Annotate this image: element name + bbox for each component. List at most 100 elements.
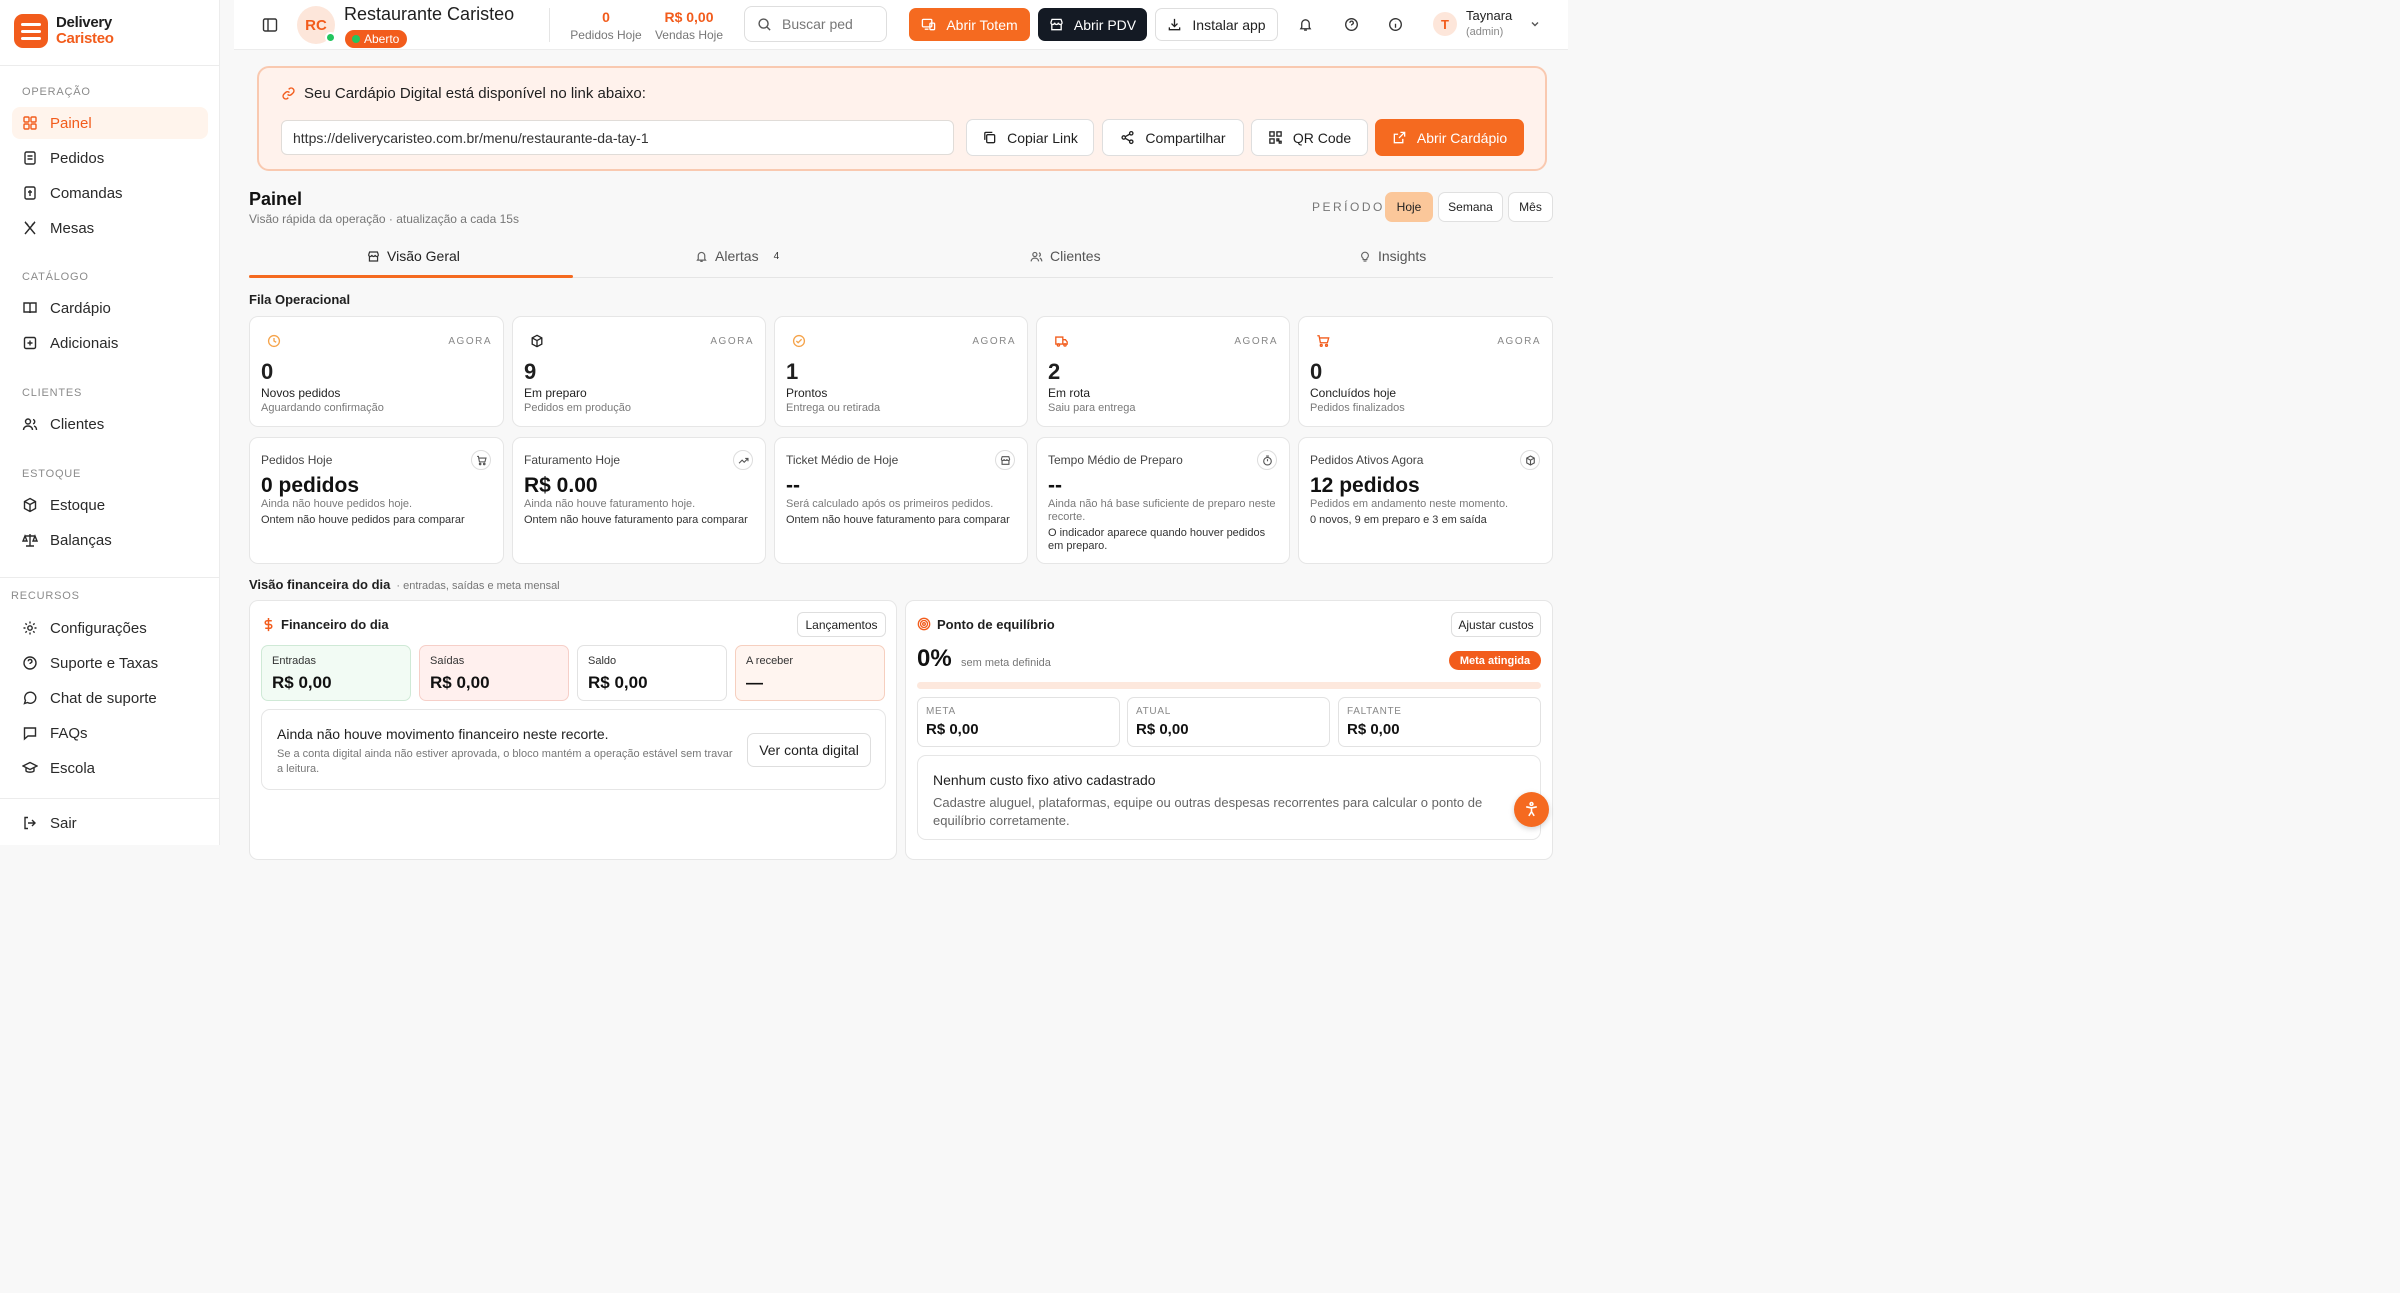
user-menu[interactable]: T Taynara (admin) (1433, 8, 1541, 40)
lancamentos-button[interactable]: Lançamentos (797, 612, 886, 637)
sidebar-item-label: Configurações (50, 619, 147, 637)
breakeven-box-label: META (926, 706, 956, 717)
page-title: Painel (249, 189, 303, 209)
sidebar-item-comandas[interactable]: Comandas (12, 177, 208, 209)
store-icon (1050, 18, 1063, 31)
breakeven-box-value: R$ 0,00 (1347, 721, 1400, 738)
avatar-initials: RC (305, 16, 327, 34)
breakeven-title: Ponto de equilíbrio (937, 617, 1055, 632)
ajustar-custos-button[interactable]: Ajustar custos (1451, 612, 1541, 637)
finance-saidas: Saídas R$ 0,00 (419, 645, 569, 701)
accessibility-button[interactable] (1514, 792, 1549, 827)
install-app-button[interactable]: Instalar app (1155, 8, 1278, 41)
open-totem-button[interactable]: Abrir Totem (909, 8, 1030, 41)
sidebar-item-faqs[interactable]: FAQs (12, 717, 208, 749)
period-semana-button[interactable]: Semana (1438, 192, 1503, 222)
sidebar-item-label: Suporte e Taxas (50, 654, 159, 672)
lightbulb-icon (1361, 251, 1369, 262)
divider (0, 798, 219, 799)
sidebar-item-label: FAQs (50, 724, 88, 742)
finance-empty-title: Ainda não houve movimento financeiro nes… (277, 726, 609, 742)
scale-icon (22, 534, 38, 547)
sidebar-item-balancas[interactable]: Balanças (12, 524, 208, 556)
open-pdv-label: Abrir PDV (1073, 16, 1137, 33)
ticket-icon (24, 186, 36, 200)
logout-button[interactable]: Sair (12, 807, 208, 839)
external-link-icon (1393, 131, 1406, 144)
chat-icon (23, 691, 37, 705)
queue-value: 0 (261, 359, 274, 384)
trend-up-icon (733, 450, 753, 470)
period-mes-button[interactable]: Mês (1508, 192, 1553, 222)
restaurant-avatar[interactable]: RC (297, 6, 336, 44)
sidebar-item-label: Cardápio (50, 299, 111, 317)
copy-link-button[interactable]: Copiar Link (966, 119, 1094, 156)
kpi-value: -- (786, 474, 800, 497)
search-placeholder: Buscar ped (782, 16, 853, 32)
kpi-value: 12 pedidos (1310, 474, 1420, 497)
breakeven-progress-track (917, 682, 1541, 689)
sidebar-item-label: Clientes (50, 415, 105, 433)
sidebar-item-painel[interactable]: Painel (12, 107, 208, 139)
sidebar-toggle-icon[interactable] (262, 17, 278, 33)
queue-card-novos[interactable]: AGORA 0 Novos pedidos Aguardando confirm… (249, 316, 504, 427)
sidebar-item-cardapio[interactable]: Cardápio (12, 292, 208, 324)
install-app-label: Instalar app (1192, 16, 1266, 33)
tab-label: Visão Geral (387, 248, 460, 264)
alerts-count-badge: 4 (773, 250, 780, 262)
queue-card-prontos[interactable]: AGORA 1 Prontos Entrega ou retirada (774, 316, 1028, 427)
tab-visao-geral[interactable]: Visão Geral (367, 248, 460, 264)
link-icon (282, 87, 295, 100)
sidebar-item-pedidos[interactable]: Pedidos (12, 142, 208, 174)
banner-header: Seu Cardápio Digital está disponível no … (281, 85, 646, 102)
ver-conta-digital-button[interactable]: Ver conta digital (747, 733, 871, 767)
page-subtitle: Visão rápida da operação · atualização a… (249, 212, 519, 226)
help-icon[interactable] (1344, 17, 1359, 32)
queue-card-em-rota[interactable]: AGORA 2 Em rota Saiu para entrega (1036, 316, 1290, 427)
period-hoje-button[interactable]: Hoje (1385, 192, 1433, 222)
tab-alertas[interactable]: Alertas 4 (695, 248, 779, 264)
share-label: Compartilhar (1145, 129, 1226, 146)
share-button[interactable]: Compartilhar (1102, 119, 1244, 156)
sidebar-item-configuracoes[interactable]: Configurações (12, 612, 208, 644)
tab-insights[interactable]: Insights (1359, 248, 1426, 264)
queue-card-concluidos[interactable]: AGORA 0 Concluídos hoje Pedidos finaliza… (1298, 316, 1553, 427)
brand-logo[interactable]: Delivery Caristeo (14, 14, 114, 48)
queue-label: Novos pedidos (261, 386, 341, 400)
finance-a-receber: A receber — (735, 645, 885, 701)
finance-box-label: Saldo (588, 655, 617, 667)
queue-card-em-preparo[interactable]: AGORA 9 Em preparo Pedidos em produção (512, 316, 766, 427)
kpi-label: Pedidos Ativos Agora (1310, 453, 1424, 467)
sidebar-item-suporte-taxas[interactable]: Suporte e Taxas (12, 647, 208, 679)
qr-code-button[interactable]: QR Code (1251, 119, 1368, 156)
sidebar-item-mesas[interactable]: Mesas (12, 212, 208, 244)
bell-icon[interactable] (1298, 17, 1313, 32)
open-pdv-button[interactable]: Abrir PDV (1038, 8, 1147, 41)
sidebar-item-estoque[interactable]: Estoque (12, 489, 208, 521)
restaurant-name: Restaurante Caristeo (344, 4, 515, 24)
open-menu-button[interactable]: Abrir Cardápio (1375, 119, 1524, 156)
menu-url-field[interactable]: https://deliverycaristeo.com.br/menu/res… (281, 120, 954, 155)
finance-box-value: — (746, 673, 763, 692)
search-input[interactable]: Buscar ped (744, 6, 887, 42)
info-icon[interactable] (1388, 17, 1403, 32)
chevron-down-icon (1531, 22, 1539, 27)
box-icon (531, 334, 543, 348)
kpi-note: Ainda não há base suficiente de preparo … (1048, 498, 1276, 523)
sidebar-item-chat-suporte[interactable]: Chat de suporte (12, 682, 208, 714)
breakeven-box-label: FALTANTE (1347, 706, 1402, 717)
target-icon (917, 617, 931, 631)
sidebar-item-adicionais[interactable]: Adicionais (12, 327, 208, 359)
sidebar-item-label: Pedidos (50, 149, 105, 167)
sidebar-item-clientes[interactable]: Clientes (12, 408, 208, 440)
finance-box-label: Entradas (272, 655, 317, 667)
store-icon (995, 450, 1015, 470)
queue-value: 1 (786, 359, 799, 384)
kpi-note: Pedidos em andamento neste momento. (1310, 498, 1509, 510)
tab-clientes[interactable]: Clientes (1030, 248, 1101, 264)
queue-sub: Saiu para entrega (1048, 402, 1136, 414)
finance-title: Financeiro do dia (281, 617, 389, 632)
share-icon (1121, 130, 1135, 145)
sidebar-item-escola[interactable]: Escola (12, 752, 208, 784)
sales-today-value: R$ 0,00 (664, 9, 714, 25)
